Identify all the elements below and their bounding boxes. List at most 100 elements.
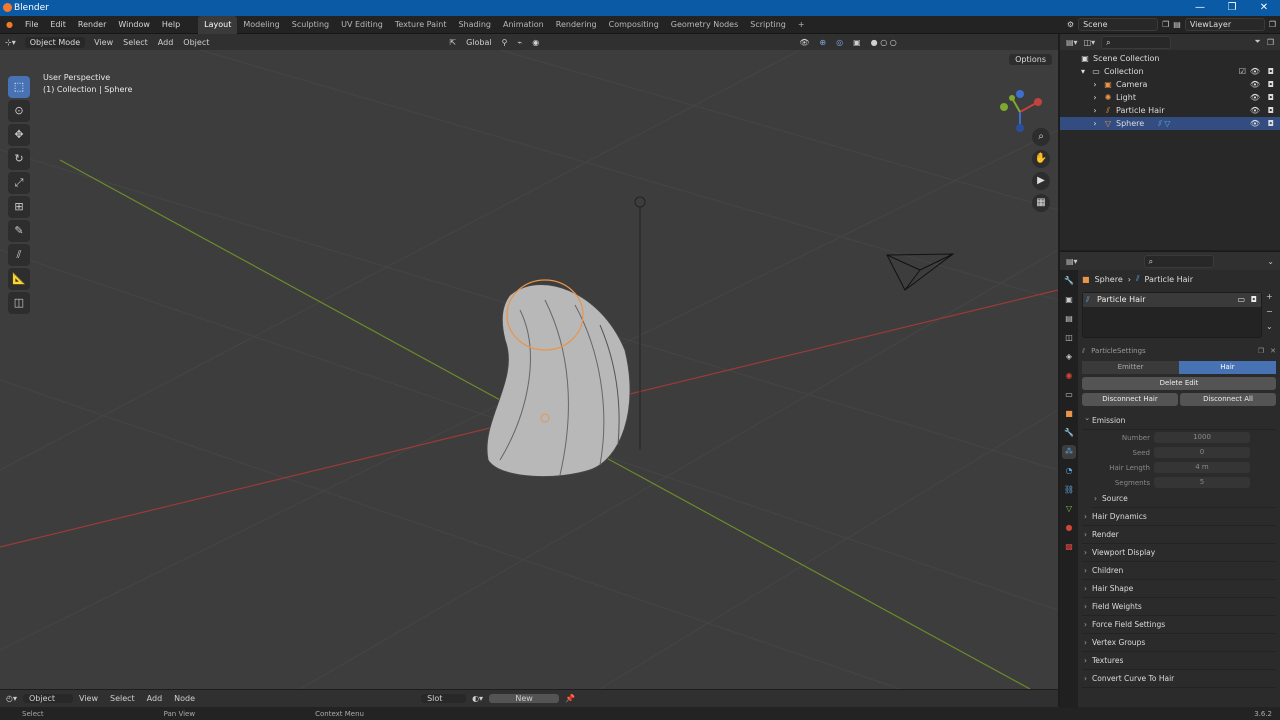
- viewport-menu-view[interactable]: View: [89, 38, 118, 47]
- tab-uv-editing[interactable]: UV Editing: [335, 16, 389, 34]
- pan-hand-icon[interactable]: ✋: [1032, 150, 1050, 168]
- delete-edit-button[interactable]: Delete Edit: [1082, 377, 1276, 390]
- number-field[interactable]: 1000: [1154, 432, 1250, 443]
- tool-tab-icon[interactable]: 🔧: [1062, 274, 1076, 288]
- panel-vertex-groups[interactable]: Vertex Groups: [1082, 634, 1276, 652]
- annotate-tool-icon[interactable]: ✎: [8, 220, 30, 242]
- expand-chevron-icon[interactable]: ›: [1090, 78, 1100, 91]
- render-toggle-icon[interactable]: ◘: [1251, 293, 1257, 307]
- proportional-edit-icon[interactable]: ◉: [527, 38, 544, 47]
- menu-file[interactable]: File: [19, 16, 44, 34]
- particle-settings-field[interactable]: ParticleSettings: [1091, 347, 1252, 355]
- minimize-icon[interactable]: —: [1184, 0, 1216, 16]
- viewlayer-selector[interactable]: ViewLayer: [1184, 18, 1265, 31]
- particle-system-list[interactable]: ⫽ Particle Hair ▭ ◘: [1082, 292, 1262, 338]
- tab-texture-paint[interactable]: Texture Paint: [389, 16, 453, 34]
- remove-system-icon[interactable]: −: [1266, 307, 1276, 316]
- render-camera-icon[interactable]: ◘: [1268, 65, 1274, 78]
- output-tab-icon[interactable]: ▤: [1062, 312, 1076, 326]
- outliner-editor-icon[interactable]: ▤▾: [1066, 38, 1078, 47]
- menu-window[interactable]: Window: [112, 16, 156, 34]
- ortho-grid-icon[interactable]: ▦: [1032, 194, 1050, 212]
- hair-type-button[interactable]: Hair: [1179, 361, 1276, 374]
- data-tab-icon[interactable]: ▽: [1062, 502, 1076, 516]
- texture-tab-icon[interactable]: ▩: [1062, 540, 1076, 554]
- eye-icon[interactable]: 👁: [1250, 65, 1260, 78]
- tab-shading[interactable]: Shading: [452, 16, 497, 34]
- snap-icon[interactable]: ⌁: [512, 38, 527, 47]
- measure-tool-icon[interactable]: 📐: [8, 268, 30, 290]
- menu-render[interactable]: Render: [72, 16, 112, 34]
- gizmo-icon[interactable]: ⊕: [814, 38, 831, 47]
- panel-convert-curve-to-hair[interactable]: Convert Curve To Hair: [1082, 670, 1276, 688]
- view-layer-tab-icon[interactable]: ◫: [1062, 331, 1076, 345]
- scene-selector[interactable]: Scene: [1078, 18, 1159, 31]
- menu-edit[interactable]: Edit: [44, 16, 72, 34]
- scene-collection-row[interactable]: ▣ Scene Collection: [1060, 52, 1280, 65]
- viewport-menu-add[interactable]: Add: [153, 38, 179, 47]
- new-viewlayer-icon[interactable]: ❐: [1269, 20, 1276, 29]
- panel-emission[interactable]: Emission: [1082, 409, 1276, 430]
- outliner-row-particle-hair[interactable]: › ⫽ Particle Hair 👁 ◘: [1060, 104, 1280, 117]
- pivot-icon[interactable]: ⚲: [497, 38, 513, 47]
- disconnect-all-button[interactable]: Disconnect All: [1180, 393, 1276, 406]
- render-camera-icon[interactable]: ◘: [1268, 104, 1274, 117]
- hair-length-field[interactable]: 4 m: [1154, 462, 1250, 473]
- mode-dropdown[interactable]: Object Mode: [24, 36, 86, 48]
- expand-chevron-icon[interactable]: ›: [1090, 104, 1100, 117]
- options-dropdown[interactable]: Options: [1009, 54, 1052, 65]
- viewport-menu-object[interactable]: Object: [178, 38, 214, 47]
- unlink-settings-icon[interactable]: ✕: [1270, 347, 1276, 355]
- menu-help[interactable]: Help: [156, 16, 186, 34]
- panel-viewport-display[interactable]: Viewport Display: [1082, 544, 1276, 562]
- collection-row[interactable]: ▾ ▭ Collection ☑ 👁 ◘: [1060, 65, 1280, 78]
- material-tab-icon[interactable]: ●: [1062, 521, 1076, 535]
- duplicate-settings-icon[interactable]: ❐: [1258, 347, 1264, 355]
- viewport-toggle-icon[interactable]: ▭: [1237, 293, 1245, 307]
- 3d-viewport[interactable]: User Perspective (1) Collection | Sphere…: [0, 50, 1058, 689]
- maximize-icon[interactable]: ❐: [1216, 0, 1248, 16]
- tab-compositing[interactable]: Compositing: [603, 16, 665, 34]
- pin-icon[interactable]: 📌: [559, 694, 581, 703]
- options-chevron-icon[interactable]: ⌄: [1267, 257, 1274, 266]
- object-type-dropdown[interactable]: Object: [23, 694, 73, 703]
- list-menu-icon[interactable]: ⌄: [1266, 322, 1276, 331]
- viewport-menu-select[interactable]: Select: [118, 38, 153, 47]
- node-menu-view[interactable]: View: [73, 694, 104, 703]
- tab-geometry-nodes[interactable]: Geometry Nodes: [665, 16, 744, 34]
- scene-tab-icon[interactable]: ◈: [1062, 350, 1076, 364]
- disconnect-hair-button[interactable]: Disconnect Hair: [1082, 393, 1178, 406]
- render-camera-icon[interactable]: ◘: [1268, 91, 1274, 104]
- expand-chevron-icon[interactable]: ›: [1090, 117, 1100, 130]
- add-workspace-button[interactable]: +: [792, 16, 811, 34]
- particles-tab-icon[interactable]: ⁂: [1062, 445, 1076, 459]
- zoom-icon[interactable]: ⌕: [1032, 128, 1050, 146]
- select-box-tool-icon[interactable]: ⬚: [8, 76, 30, 98]
- scale-tool-icon[interactable]: ⤢: [8, 172, 30, 194]
- constraints-tab-icon[interactable]: ⛓: [1062, 483, 1076, 497]
- emitter-type-button[interactable]: Emitter: [1082, 361, 1179, 374]
- panel-hair-shape[interactable]: Hair Shape: [1082, 580, 1276, 598]
- transform-tool-icon[interactable]: ⊞: [8, 196, 30, 218]
- collection-checkbox[interactable]: ☑: [1239, 65, 1246, 78]
- panel-hair-dynamics[interactable]: Hair Dynamics: [1082, 508, 1276, 526]
- slot-dropdown[interactable]: Slot: [421, 694, 467, 703]
- shading-solid-icon[interactable]: ● ○ ○: [866, 38, 902, 47]
- editor-type-icon[interactable]: ⊹▾: [0, 38, 21, 47]
- orientation-dropdown[interactable]: Global: [461, 38, 497, 47]
- display-mode-icon[interactable]: ◫▾: [1084, 38, 1096, 47]
- overlay-icon[interactable]: ◎: [831, 38, 848, 47]
- filter-icon[interactable]: ⏷: [1254, 37, 1260, 47]
- add-system-icon[interactable]: +: [1266, 292, 1276, 301]
- move-tool-icon[interactable]: ✥: [8, 124, 30, 146]
- expand-chevron-icon[interactable]: ›: [1090, 91, 1100, 104]
- node-menu-add[interactable]: Add: [141, 694, 169, 703]
- tab-rendering[interactable]: Rendering: [550, 16, 603, 34]
- visibility-icon[interactable]: 👁: [794, 38, 814, 47]
- list-item[interactable]: ⫽ Particle Hair ▭ ◘: [1083, 293, 1261, 307]
- cursor-tool-icon[interactable]: ⊙: [8, 100, 30, 122]
- expand-chevron-icon[interactable]: ▾: [1078, 65, 1088, 78]
- panel-force-field-settings[interactable]: Force Field Settings: [1082, 616, 1276, 634]
- comb-tool-icon[interactable]: ⫽: [8, 244, 30, 266]
- eye-icon[interactable]: 👁: [1250, 91, 1260, 104]
